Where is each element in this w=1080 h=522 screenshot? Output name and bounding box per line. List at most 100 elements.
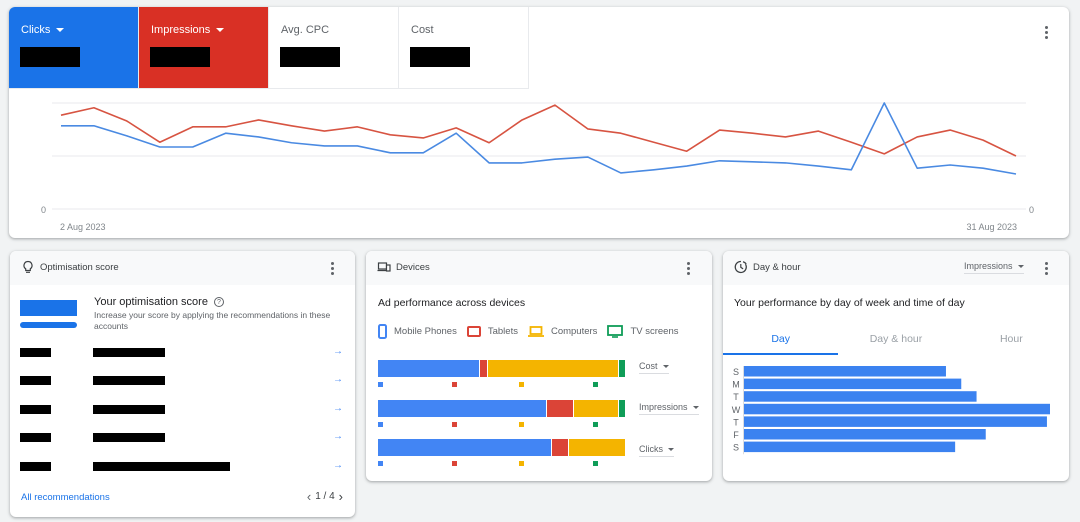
arrow-right-icon[interactable]: →	[333, 374, 343, 385]
segment-marker	[378, 461, 383, 466]
metric-select[interactable]: Impressions	[964, 261, 1024, 274]
recommendation-name-redacted	[20, 462, 51, 471]
score-title: Your optimisation score?	[94, 296, 224, 308]
bar-segment-mobile-phones[interactable]	[378, 400, 546, 417]
stacked-bar-clicks	[378, 439, 625, 456]
bar-segment-tablets[interactable]	[479, 360, 487, 377]
metric-name: Avg. CPC	[281, 24, 330, 36]
bar-segment-computers[interactable]	[568, 439, 625, 456]
dropdown-caret-icon	[692, 406, 699, 410]
phone-icon	[378, 324, 387, 339]
bar-segment-computers[interactable]	[573, 400, 618, 417]
dropdown-caret-icon[interactable]	[216, 28, 225, 33]
grid-lines	[52, 102, 1026, 210]
arrow-right-icon[interactable]: →	[333, 460, 343, 471]
devices-icon	[377, 262, 391, 272]
recommendation-name-redacted	[20, 433, 51, 442]
legend-label: Tablets	[487, 326, 518, 337]
bar-segment-mobile-phones[interactable]	[378, 439, 551, 456]
more-vert-icon[interactable]	[1038, 260, 1054, 276]
more-vert-icon[interactable]	[1038, 24, 1054, 40]
optimisation-score-card: Optimisation score Your optimisation sco…	[10, 251, 355, 517]
day-bar[interactable]	[744, 403, 1050, 415]
metric-value-redacted	[150, 47, 210, 67]
bar-segment-tv-screens[interactable]	[617, 360, 625, 377]
recommendation-row[interactable]: →	[10, 460, 355, 474]
legend-item-computers: Computers	[527, 326, 597, 337]
help-icon[interactable]: ?	[213, 297, 224, 307]
x-start-label: 2 Aug 2023	[60, 222, 106, 232]
tab-day-and-hour[interactable]: Day & hour	[838, 325, 953, 355]
metric-name: Clicks	[21, 24, 51, 36]
day-bar[interactable]	[744, 366, 946, 377]
devices-subtitle: Ad performance across devices	[378, 297, 526, 309]
segment-marker	[452, 461, 458, 466]
metric-tab-cost[interactable]: Cost	[399, 7, 529, 89]
series-line-impressions	[60, 104, 1017, 157]
dayhour-tabs: Day Day & hour Hour	[723, 325, 1069, 355]
chevron-left-icon[interactable]: ‹	[307, 489, 311, 504]
series-line-clicks	[61, 102, 1017, 175]
recommendation-detail-redacted	[93, 462, 230, 471]
card-title: Day & hour	[753, 262, 801, 273]
segment-markers	[378, 422, 625, 427]
score-title-text: Your optimisation score	[94, 296, 208, 308]
more-vert-icon[interactable]	[680, 260, 696, 276]
series-lines	[60, 102, 1017, 175]
recommendation-detail-redacted	[93, 405, 165, 414]
metric-select-impressions[interactable]: Impressions	[639, 402, 699, 415]
card-title: Devices	[396, 262, 430, 273]
metric-tab-avg-cpc[interactable]: Avg. CPC	[269, 7, 399, 89]
day-label: S	[733, 443, 739, 453]
all-recommendations-link[interactable]: All recommendations	[21, 492, 110, 503]
recommendation-detail-redacted	[93, 348, 165, 357]
day-bar[interactable]	[744, 441, 956, 453]
legend-label: TV screens	[630, 326, 679, 337]
tab-day[interactable]: Day	[723, 325, 839, 355]
bar-segment-computers[interactable]	[486, 360, 618, 377]
stacked-bar-impressions	[378, 400, 625, 417]
tab-hour[interactable]: Hour	[954, 325, 1069, 355]
dropdown-caret-icon[interactable]	[56, 28, 65, 33]
segment-marker	[518, 382, 524, 387]
recommendation-row[interactable]: →	[10, 374, 355, 388]
day-bar[interactable]	[744, 378, 962, 390]
y-right-zero-label: 0	[1029, 205, 1034, 215]
recommendation-row[interactable]: →	[10, 431, 355, 445]
recommendation-detail-redacted	[93, 376, 165, 385]
day-label: W	[732, 405, 741, 415]
arrow-right-icon[interactable]: →	[333, 346, 343, 357]
dayhour-subtitle: Your performance by day of week and time…	[734, 297, 965, 309]
legend-item-tablets: Tablets	[466, 326, 518, 337]
metric-tab-impressions[interactable]: Impressions	[139, 7, 269, 89]
metric-name: Impressions	[151, 24, 211, 36]
bar-segment-tablets[interactable]	[550, 439, 569, 456]
metric-tab-clicks[interactable]: Clicks	[9, 7, 139, 89]
more-vert-icon[interactable]	[324, 260, 340, 276]
recommendation-name-redacted	[20, 376, 51, 385]
y-left-zero-label: 0	[41, 205, 46, 215]
metric-select-clicks[interactable]: Clicks	[639, 444, 674, 457]
day-bar[interactable]	[744, 429, 986, 440]
bar-segment-mobile-phones[interactable]	[378, 360, 480, 377]
day-bar[interactable]	[744, 416, 1047, 427]
page-indicator: 1 / 4	[315, 491, 335, 502]
bar-segment-tablets[interactable]	[545, 400, 574, 417]
x-end-label: 31 Aug 2023	[966, 222, 1017, 232]
legend-item-mobile: Mobile Phones	[378, 324, 457, 339]
segment-markers	[378, 461, 625, 466]
devices-legend: Mobile Phones Tablets Computers TV scree…	[378, 324, 688, 339]
arrow-right-icon[interactable]: →	[333, 403, 343, 414]
day-bar[interactable]	[744, 391, 977, 402]
recommendation-row[interactable]: →	[10, 403, 355, 417]
tv-icon	[607, 325, 624, 338]
bar-segment-tv-screens[interactable]	[617, 400, 625, 417]
day-label: M	[732, 380, 740, 390]
segment-marker	[378, 422, 383, 427]
chevron-right-icon[interactable]: ›	[339, 489, 343, 504]
score-progress-bar	[20, 322, 77, 328]
recommendation-row[interactable]: →	[10, 346, 355, 360]
arrow-right-icon[interactable]: →	[333, 431, 343, 442]
metric-select-cost[interactable]: Cost	[639, 361, 669, 374]
metric-value-redacted	[20, 47, 80, 67]
